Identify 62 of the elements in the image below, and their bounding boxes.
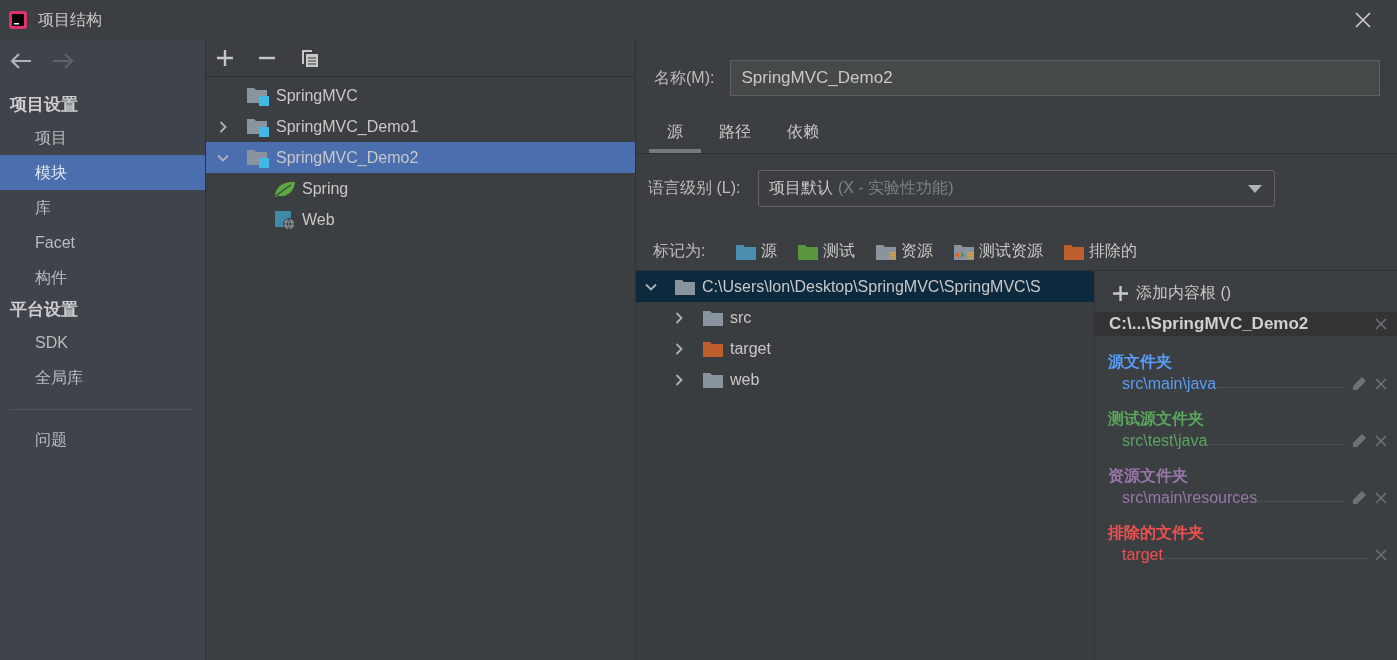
mark-as-button[interactable]: 源 bbox=[735, 241, 778, 262]
content-root-path: C:\...\SpringMVC_Demo2 bbox=[1109, 314, 1309, 334]
folder-path: src\test\java bbox=[1122, 432, 1208, 450]
folder-group-title: 测试源文件夹 bbox=[1107, 409, 1205, 429]
copy-icon[interactable] bbox=[300, 48, 320, 68]
web-globe-icon bbox=[274, 209, 296, 230]
folder-group-title: 排除的文件夹 bbox=[1106, 523, 1205, 543]
mark-as-button[interactable]: 资源 bbox=[875, 241, 934, 262]
mark-as-button[interactable]: 测试 bbox=[797, 241, 856, 262]
add-icon[interactable] bbox=[216, 49, 234, 67]
sidebar-item[interactable]: 问题 bbox=[0, 422, 205, 457]
folder-icon bbox=[702, 339, 724, 358]
module-folder-icon bbox=[246, 85, 270, 106]
tab[interactable]: 源 bbox=[649, 122, 701, 153]
sidebar-item[interactable]: 项目 bbox=[0, 120, 205, 155]
mark-as-button[interactable]: 测试资源 bbox=[953, 241, 1044, 262]
leaf-icon bbox=[274, 179, 296, 198]
folder-icon bbox=[674, 277, 696, 296]
folder-icon bbox=[735, 242, 758, 261]
mark-as-button[interactable]: 排除的 bbox=[1063, 241, 1138, 262]
add-content-root-button[interactable]: 添加内容根 () bbox=[1095, 271, 1397, 312]
facet-tree-item[interactable]: Web bbox=[206, 204, 635, 235]
folder-icon bbox=[797, 242, 820, 261]
module-folder-icon bbox=[246, 147, 270, 168]
tab[interactable]: 依赖 bbox=[769, 122, 837, 153]
folder-group-title: 源文件夹 bbox=[1107, 352, 1173, 372]
folder-tree-item[interactable]: src bbox=[636, 302, 1094, 333]
folder-path: target bbox=[1122, 546, 1163, 564]
language-level-label: 语言级别 (L): bbox=[648, 178, 741, 198]
folder-tree-item[interactable]: web bbox=[636, 364, 1094, 395]
content-root-tree-item[interactable]: C:\Users\lon\Desktop\SpringMVC\SpringMVC\S bbox=[636, 271, 1094, 302]
sidebar-item[interactable]: 全局库 bbox=[0, 360, 205, 395]
add-icon bbox=[1113, 286, 1128, 301]
sidebar-item[interactable]: 库 bbox=[0, 190, 205, 225]
sidebar-section-title: 项目设置 bbox=[8, 94, 79, 116]
folder-icon bbox=[953, 242, 976, 261]
folder-group-title: 资源文件夹 bbox=[1107, 466, 1189, 486]
window-title: 项目结构 bbox=[38, 9, 103, 30]
folder-tree-item[interactable]: target bbox=[636, 333, 1094, 364]
module-tree-item[interactable]: SpringMVC_Demo1 bbox=[206, 111, 635, 142]
sidebar-item[interactable]: 模块 bbox=[0, 155, 205, 190]
app-logo-icon bbox=[8, 10, 28, 30]
sidebar-item[interactable]: SDK bbox=[0, 325, 205, 360]
folder-icon bbox=[702, 370, 724, 389]
facet-tree-item[interactable]: Spring bbox=[206, 173, 635, 204]
module-folder-icon bbox=[246, 116, 270, 137]
folder-icon bbox=[702, 308, 724, 327]
mark-as-label: 标记为: bbox=[653, 241, 706, 261]
sidebar-section-title: 平台设置 bbox=[9, 299, 79, 321]
sidebar-item[interactable]: Facet bbox=[0, 225, 205, 260]
tab[interactable]: 路径 bbox=[701, 122, 769, 153]
folder-path: src\main\java bbox=[1122, 375, 1217, 393]
module-tree-item[interactable]: SpringMVC bbox=[206, 80, 635, 111]
folder-path: src\main\resources bbox=[1122, 489, 1258, 507]
back-arrow-icon[interactable] bbox=[10, 52, 32, 70]
language-level-dropdown[interactable]: 项目默认 (X - 实验性功能) bbox=[758, 170, 1276, 207]
dropdown-arrow-icon bbox=[1248, 184, 1263, 193]
name-input[interactable]: SpringMVC_Demo2 bbox=[730, 60, 1380, 96]
sidebar-item[interactable]: 构件 bbox=[0, 260, 205, 295]
folder-icon bbox=[875, 242, 898, 261]
folder-icon bbox=[1063, 242, 1086, 261]
name-label: 名称(M): bbox=[654, 67, 715, 88]
